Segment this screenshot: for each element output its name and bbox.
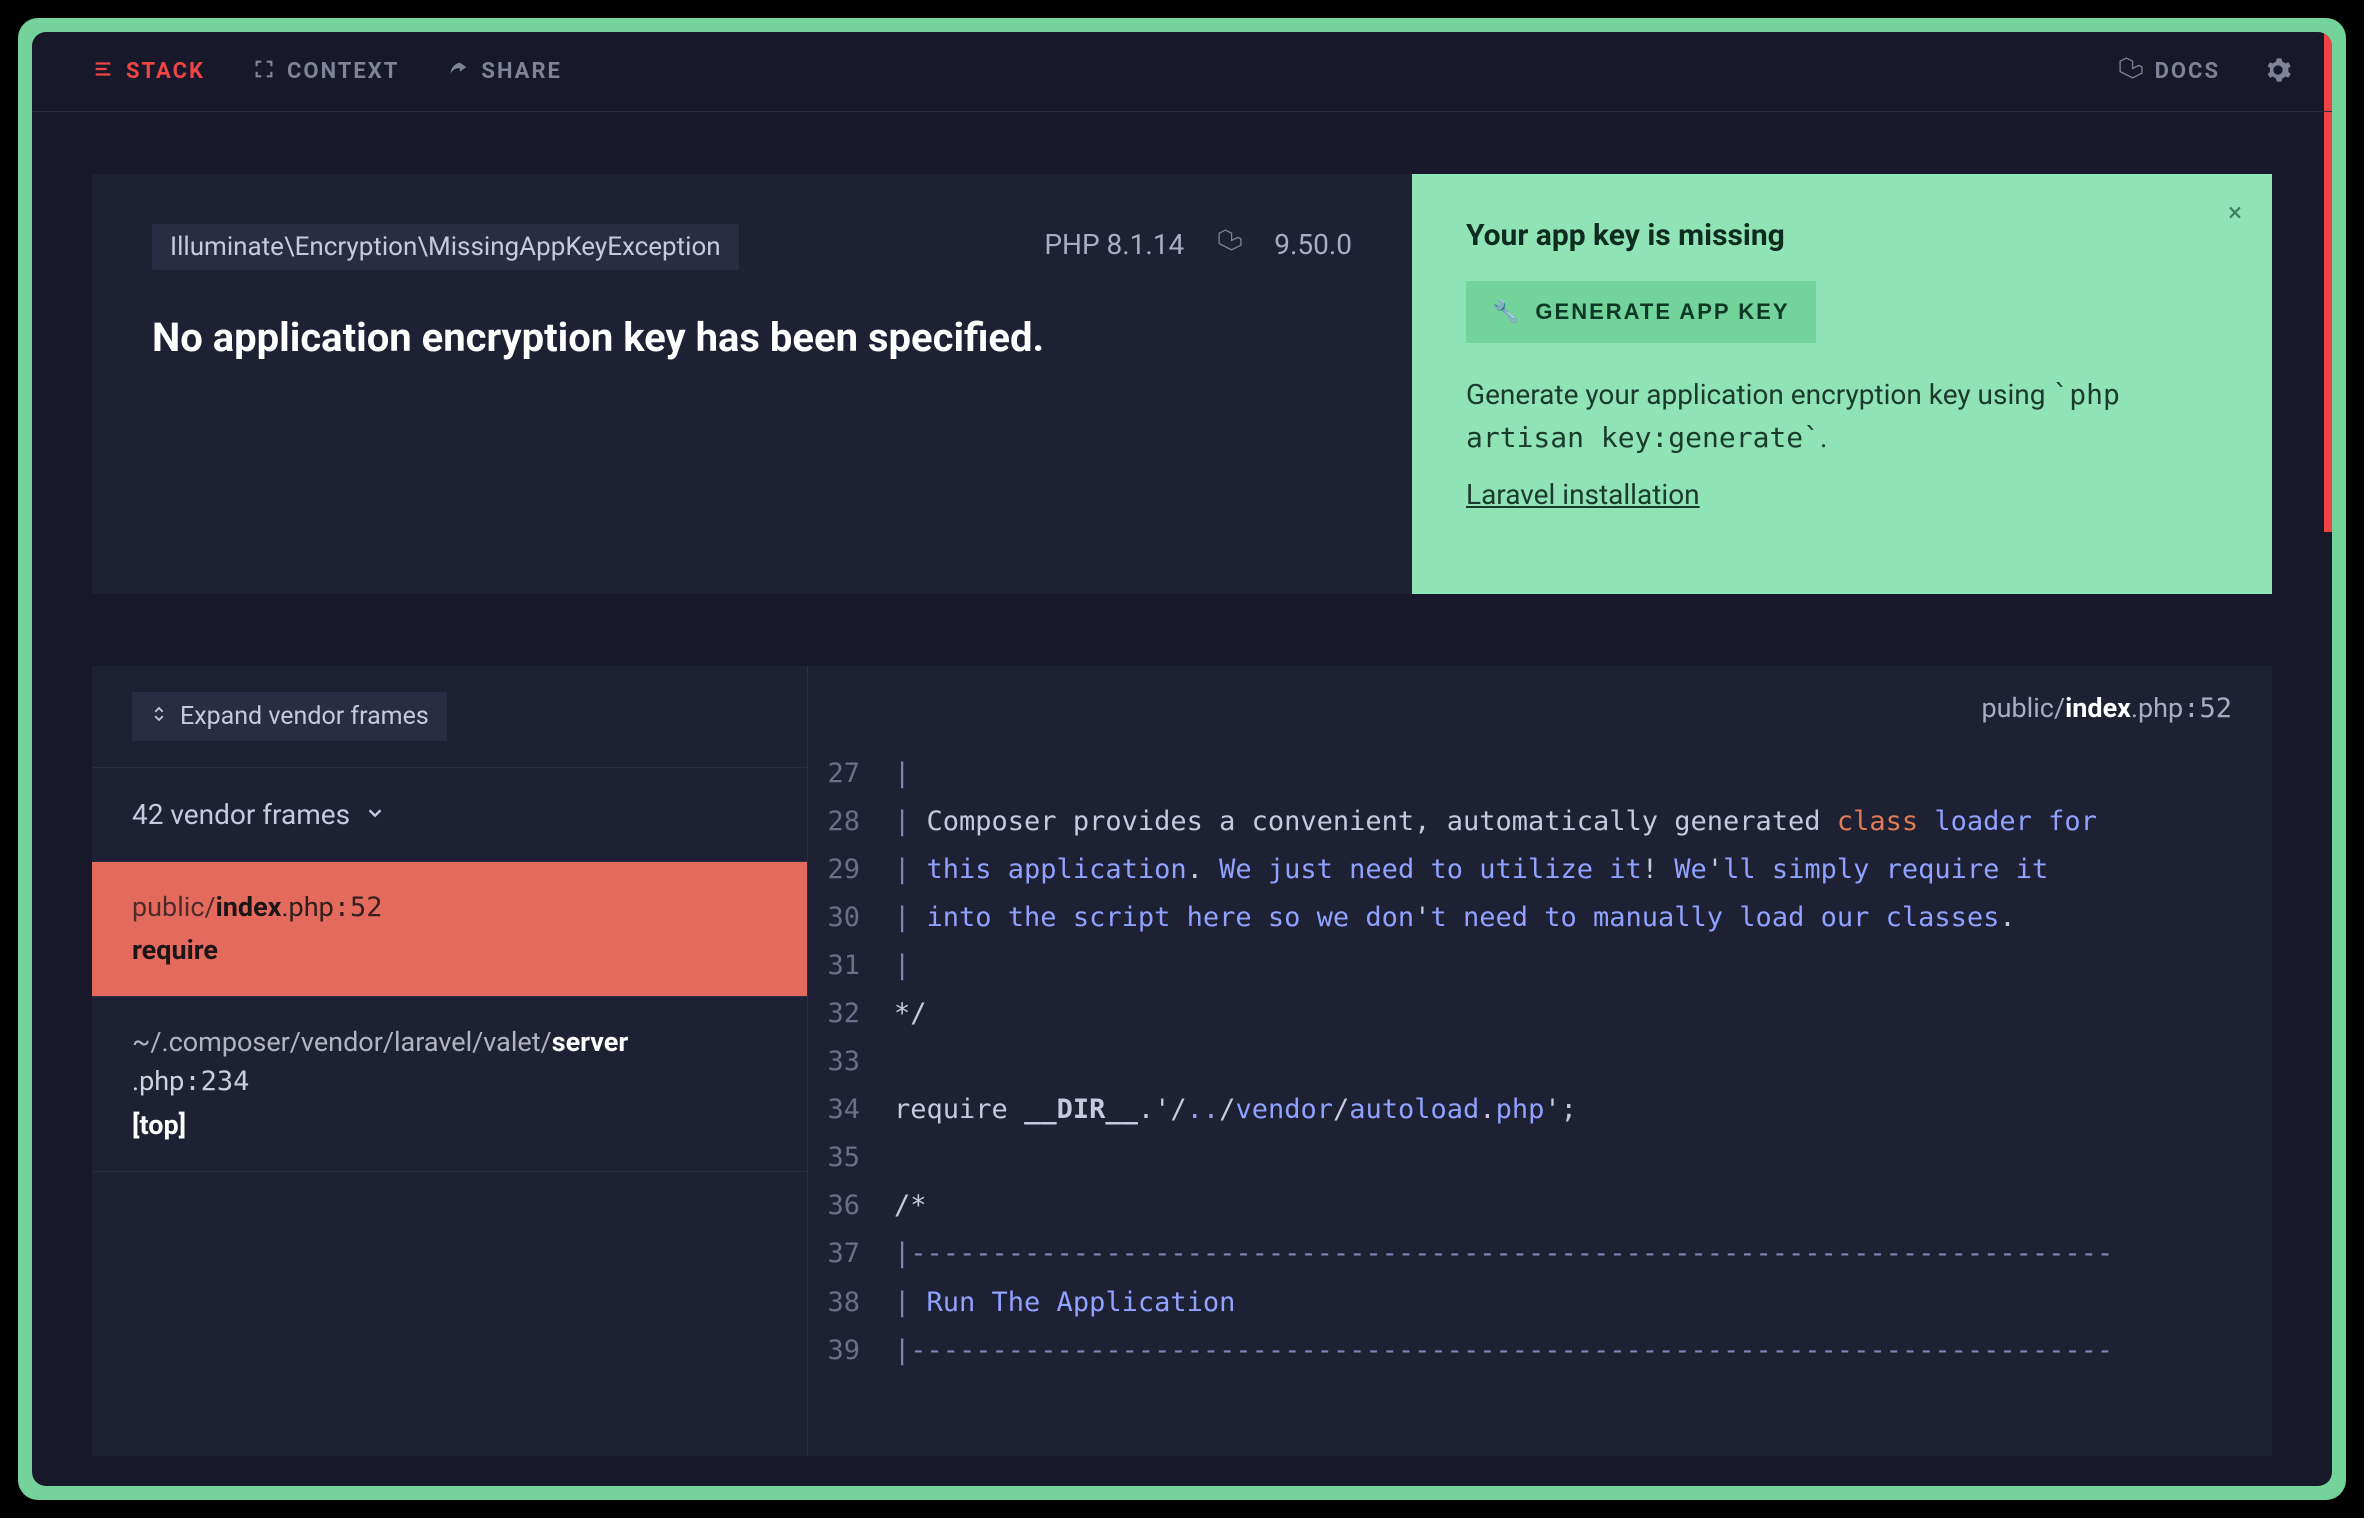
exception-class: Illuminate\Encryption\MissingAppKeyExcep… (152, 224, 739, 270)
code-line: 34require __DIR__.'/../vendor/autoload.p… (818, 1086, 2242, 1134)
code-line: 31| (818, 942, 2242, 990)
code-line: 35 (818, 1134, 2242, 1182)
expand-collapse-icon (150, 702, 168, 731)
stack-frame[interactable]: ~/.composer/vendor/laravel/valet/server … (92, 997, 807, 1171)
vendor-frames-label: 42 vendor frames (132, 798, 350, 831)
tab-context[interactable]: CONTEXT (253, 58, 399, 86)
code-line: 30| into the script here so we don't nee… (818, 894, 2242, 942)
code-line: 27| (818, 750, 2242, 798)
code-line: 29| this application. We just need to ut… (818, 846, 2242, 894)
tab-stack-label: STACK (126, 59, 205, 84)
code-line: 32*/ (818, 990, 2242, 1038)
generate-app-key-button[interactable]: 🔧 GENERATE APP KEY (1466, 281, 1816, 343)
stack-frame-active[interactable]: public/index.php:52 require (92, 862, 807, 997)
expand-label: Expand vendor frames (180, 702, 429, 731)
code-line: 38| Run The Application (818, 1279, 2242, 1327)
vendor-frames-toggle[interactable]: 42 vendor frames (92, 767, 807, 862)
laravel-icon (1216, 228, 1242, 261)
code-line: 33 (818, 1038, 2242, 1086)
code-line: 28| Composer provides a convenient, auto… (818, 798, 2242, 846)
code-line: 39|-------------------------------------… (818, 1327, 2242, 1375)
laravel-installation-link[interactable]: Laravel installation (1466, 478, 1700, 511)
tab-share[interactable]: SHARE (447, 58, 562, 86)
docs-link[interactable]: DOCS (2117, 56, 2220, 88)
exception-message: No application encryption key has been s… (152, 270, 1352, 361)
share-icon (447, 58, 469, 86)
expand-vendor-frames-button[interactable]: Expand vendor frames (132, 692, 447, 741)
solution-description: Generate your application encryption key… (1466, 373, 2218, 460)
frames-column: Expand vendor frames 42 vendor frames pu… (92, 666, 808, 1456)
close-icon[interactable]: × (2228, 198, 2242, 228)
top-nav: STACK CONTEXT SHARE DOCS (32, 32, 2332, 112)
code-line: 36/* (818, 1182, 2242, 1230)
code-file-path: public/index.php:52 (808, 666, 2272, 750)
solution-title: Your app key is missing (1466, 218, 2218, 253)
gear-icon[interactable] (2264, 56, 2292, 88)
chevron-down-icon (364, 798, 386, 831)
laravel-version: 9.50.0 (1274, 228, 1352, 261)
generate-button-label: GENERATE APP KEY (1535, 299, 1789, 325)
expand-icon (253, 58, 275, 86)
docs-label: DOCS (2155, 59, 2220, 84)
code-line: 37|-------------------------------------… (818, 1230, 2242, 1278)
wrench-icon: 🔧 (1492, 299, 1521, 325)
tab-context-label: CONTEXT (287, 59, 399, 84)
exception-panel: Illuminate\Encryption\MissingAppKeyExcep… (92, 174, 1412, 594)
php-version: PHP 8.1.14 (1044, 228, 1184, 261)
laravel-icon (2117, 56, 2143, 88)
code-column: public/index.php:52 27|28| Composer prov… (808, 666, 2272, 1456)
stack-icon (92, 58, 114, 86)
tab-stack[interactable]: STACK (92, 58, 205, 86)
code-viewer[interactable]: 27|28| Composer provides a convenient, a… (808, 750, 2272, 1375)
solution-panel: × Your app key is missing 🔧 GENERATE APP… (1412, 174, 2272, 594)
tab-share-label: SHARE (481, 59, 562, 84)
